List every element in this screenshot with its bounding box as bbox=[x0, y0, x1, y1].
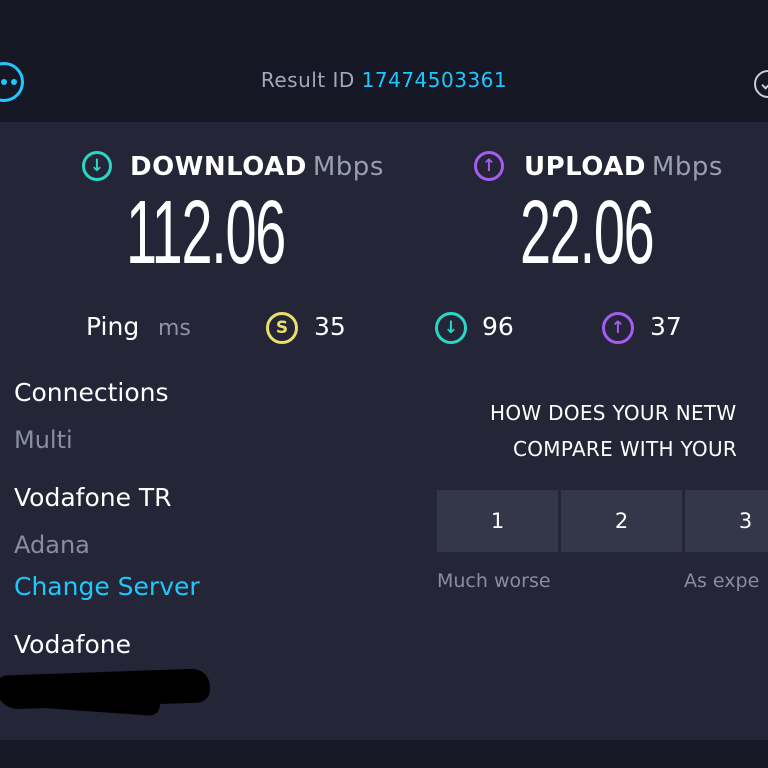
rating-button-2[interactable]: 2 bbox=[561, 490, 682, 552]
connections-label: Connections bbox=[14, 378, 169, 407]
server-name: Vodafone TR bbox=[14, 483, 172, 512]
ping-unit: ms bbox=[158, 316, 191, 341]
upload-unit: Mbps bbox=[651, 152, 723, 182]
download-speed-value: 112.06 bbox=[126, 183, 286, 283]
ping-upload-value: 37 bbox=[650, 312, 682, 341]
result-id: Result ID 17474503361 bbox=[0, 68, 768, 92]
survey-question-line1: HOW DOES YOUR NETW bbox=[490, 401, 737, 425]
survey-question-line2: COMPARE WITH YOUR bbox=[513, 437, 738, 461]
connections-value: Multi bbox=[14, 426, 73, 454]
upload-latency-icon: ↑ bbox=[602, 312, 634, 344]
provider-name: Vodafone bbox=[14, 630, 131, 659]
ping-download-value: 96 bbox=[482, 312, 514, 341]
download-arrow-icon: ↓ bbox=[82, 151, 112, 181]
idle-latency-icon: S bbox=[266, 312, 298, 344]
download-unit: Mbps bbox=[312, 152, 384, 182]
server-location: Adana bbox=[14, 531, 90, 559]
download-latency-icon: ↓ bbox=[435, 312, 467, 344]
change-server-link[interactable]: Change Server bbox=[14, 572, 200, 601]
rating-caption-low: Much worse bbox=[437, 570, 551, 592]
ping-idle-value: 35 bbox=[314, 312, 346, 341]
result-id-link[interactable]: 17474503361 bbox=[362, 68, 507, 92]
bottom-bar bbox=[0, 740, 768, 768]
upload-arrow-icon: ↑ bbox=[474, 151, 504, 181]
rating-caption-mid: As expe bbox=[684, 570, 760, 592]
top-bar bbox=[0, 0, 768, 122]
upload-speed-value: 22.06 bbox=[520, 183, 655, 283]
rating-button-1[interactable]: 1 bbox=[437, 490, 558, 552]
result-id-label: Result ID bbox=[260, 68, 355, 92]
ping-label: Ping bbox=[86, 312, 140, 341]
rating-button-3[interactable]: 3 bbox=[685, 490, 768, 552]
